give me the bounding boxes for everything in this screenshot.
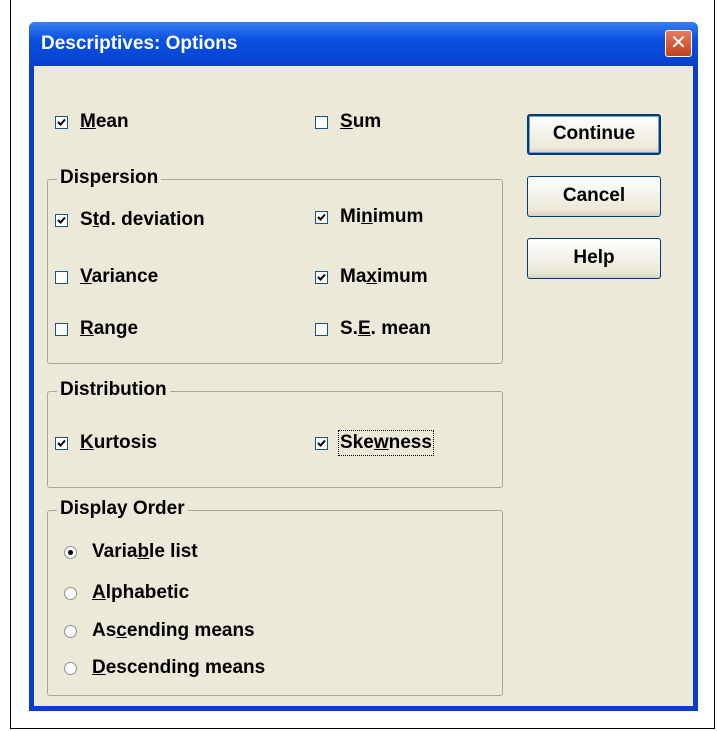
range-label: Range [80,318,139,339]
kurtosis-checkbox[interactable]: Kurtosis [55,432,157,454]
checkmark-icon [55,322,68,336]
checkmark-icon [315,322,328,336]
descriptives-options-dialog: Descriptives: Options ✕ Mean Sum Dispers… [29,22,698,711]
variance-checkbox[interactable]: Variance [55,266,158,288]
checkmark-icon [55,115,68,129]
se-mean-checkbox[interactable]: S.E. mean [315,318,431,340]
radio-dot-icon [64,661,77,675]
alphabetic-label: Alphabetic [92,582,190,603]
radio-dot-icon [64,586,77,600]
minimum-label: Minimum [340,206,424,227]
checkmark-icon [315,210,328,224]
close-icon: ✕ [670,32,687,54]
kurtosis-label: Kurtosis [80,432,158,453]
mean-checkbox[interactable]: Mean [55,111,129,133]
ascending-means-label: Ascending means [92,620,255,641]
distribution-title: Distribution [57,379,170,401]
ascending-means-radio[interactable]: Ascending means [64,620,255,642]
skewness-label: Skewness [338,430,434,456]
mean-label: Mean [80,111,129,132]
dispersion-title: Dispersion [57,167,162,189]
title-bar[interactable]: Descriptives: Options ✕ [29,22,698,66]
checkmark-icon [315,270,328,284]
range-checkbox[interactable]: Range [55,318,138,340]
checkmark-icon [55,213,68,227]
radio-dot-icon [64,545,77,559]
std-deviation-label: Std. deviation [80,209,205,230]
checkmark-icon [315,115,328,129]
std-deviation-checkbox[interactable]: Std. deviation [55,209,205,231]
maximum-label: Maximum [340,266,428,287]
radio-dot-icon [64,624,77,638]
descending-means-radio[interactable]: Descending means [64,657,265,679]
display-order-title: Display Order [57,498,188,520]
descending-means-label: Descending means [92,657,266,678]
variable-list-radio[interactable]: Variable list [64,541,198,563]
se-mean-label: S.E. mean [340,318,431,339]
maximum-checkbox[interactable]: Maximum [315,266,428,288]
minimum-checkbox[interactable]: Minimum [315,206,423,228]
checkmark-icon [315,436,328,450]
variance-label: Variance [80,266,159,287]
checkmark-icon [55,270,68,284]
help-button[interactable]: Help [527,238,661,279]
variable-list-label: Variable list [92,541,198,562]
dialog-client-area: Mean Sum Dispersion Std. deviation Minim… [34,66,693,706]
continue-button[interactable]: Continue [527,114,661,155]
skewness-checkbox[interactable]: Skewness [315,430,434,456]
window-title: Descriptives: Options [41,33,238,54]
cancel-button[interactable]: Cancel [527,176,661,217]
alphabetic-radio[interactable]: Alphabetic [64,582,189,604]
close-button[interactable]: ✕ [665,30,692,57]
sum-label: Sum [340,111,382,132]
checkmark-icon [55,436,68,450]
sum-checkbox[interactable]: Sum [315,111,381,133]
